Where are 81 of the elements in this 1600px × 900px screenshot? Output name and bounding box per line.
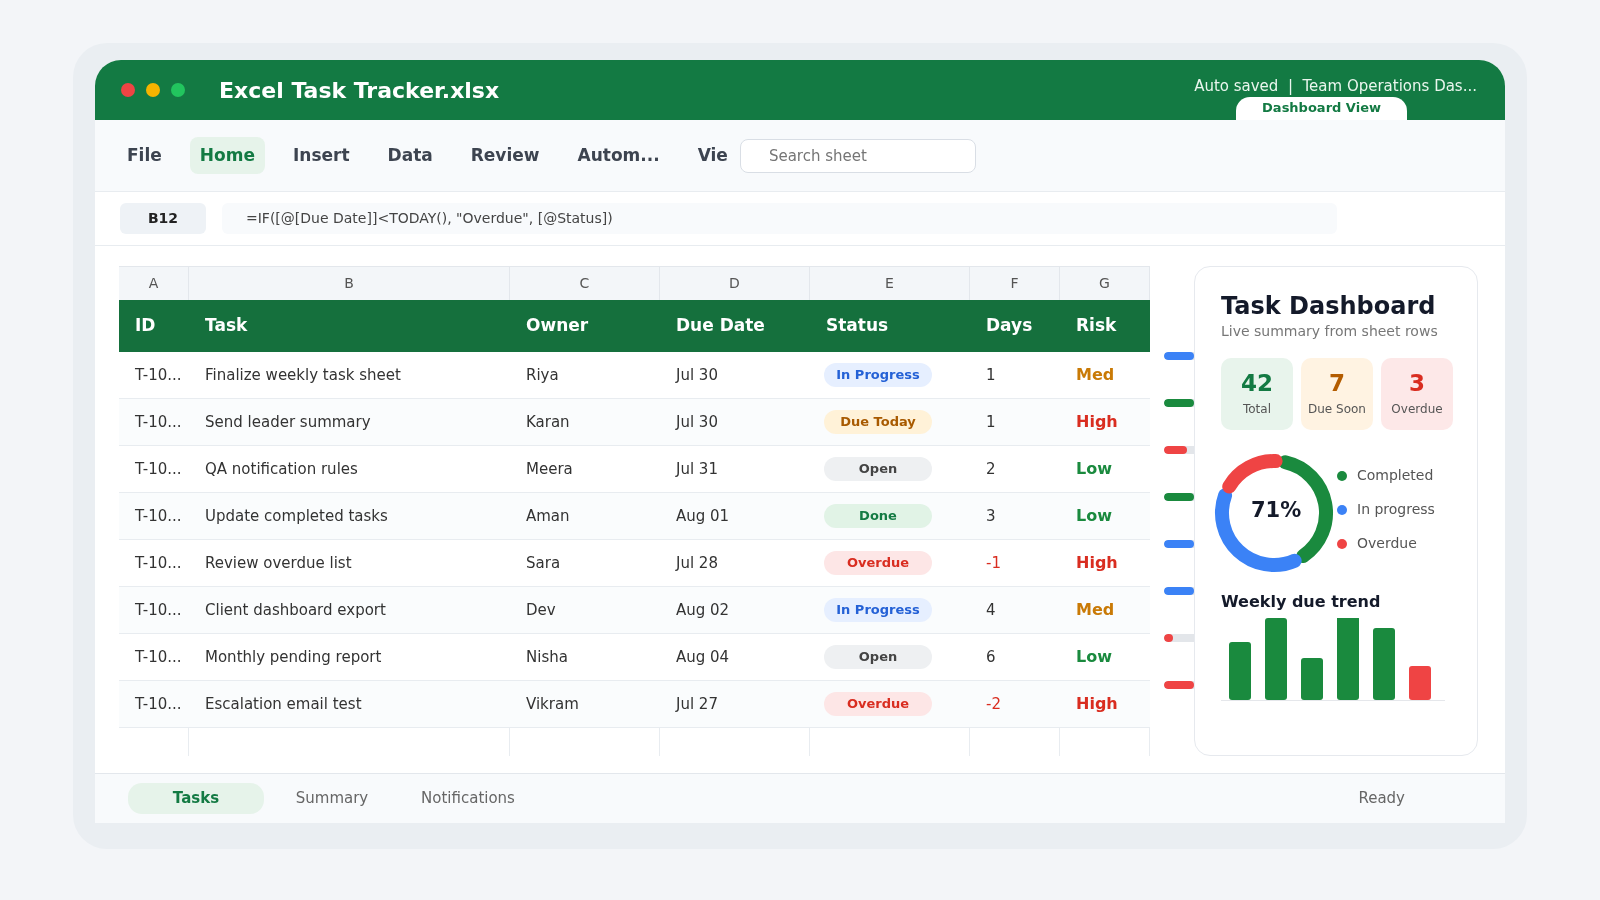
table-cell: T-10... <box>119 493 189 540</box>
column-header: Task <box>189 300 510 352</box>
stat-value: 42 <box>1241 370 1273 397</box>
table-cell: Jul 30 <box>660 399 810 446</box>
column-letter[interactable]: E <box>810 266 970 300</box>
ribbon-tab[interactable]: Review <box>460 136 550 175</box>
risk-label: Low <box>1060 493 1150 540</box>
table-cell: 1 <box>970 399 1060 446</box>
column-header: Due Date <box>660 300 810 352</box>
table-cell: Aug 02 <box>660 587 810 634</box>
legend-label: In progress <box>1357 500 1435 520</box>
save-status: Auto saved | Team Operations Das... <box>1194 77 1477 96</box>
table-cell: Aman <box>510 493 660 540</box>
column-letter[interactable]: G <box>1060 266 1150 300</box>
status-badge: Open <box>824 645 932 669</box>
maximize-icon[interactable] <box>171 83 185 97</box>
chart-bar <box>1301 658 1323 701</box>
table-cell: Update completed tasks <box>189 493 510 540</box>
ribbon-tab[interactable]: Data <box>377 136 443 175</box>
table-cell: T-10... <box>119 587 189 634</box>
sheet-tab[interactable]: Notifications <box>400 783 536 814</box>
ribbon-tab[interactable]: Home <box>189 136 265 175</box>
stat-value: 3 <box>1409 370 1425 397</box>
risk-label: High <box>1060 681 1150 728</box>
panel-title: Task Dashboard <box>1221 293 1437 320</box>
status-badge: In Progress <box>824 598 932 622</box>
risk-label: High <box>1060 399 1150 446</box>
status-badge: Overdue <box>824 692 932 716</box>
column-letter[interactable]: D <box>660 266 810 300</box>
legend-label: Completed <box>1357 466 1434 486</box>
status-badge: In Progress <box>824 363 932 387</box>
column-letter[interactable]: A <box>119 266 189 300</box>
risk-label: Med <box>1060 587 1150 634</box>
minimize-icon[interactable] <box>146 83 160 97</box>
chart-title: Weekly due trend <box>1221 591 1382 614</box>
cell-reference[interactable]: B12 <box>120 203 206 234</box>
legend-label: Overdue <box>1357 534 1417 554</box>
search-field[interactable]: Search sheet <box>739 138 976 173</box>
table-cell: Karan <box>510 399 660 446</box>
ribbon-tab[interactable]: Vie <box>687 136 738 175</box>
table-cell: -2 <box>970 681 1060 728</box>
stat-label: Due Soon <box>1308 401 1366 419</box>
sheet-tab[interactable]: Tasks <box>128 783 264 814</box>
column-letter[interactable]: C <box>510 266 660 300</box>
stat-value: 7 <box>1329 370 1345 397</box>
view-button[interactable]: Dashboard View <box>1236 97 1407 120</box>
window-title: Excel Task Tracker.xlsx <box>219 76 500 105</box>
table-cell: Dev <box>510 587 660 634</box>
ribbon-tab[interactable]: Autom... <box>567 136 670 175</box>
column-header: ID <box>119 300 189 352</box>
table-cell: 3 <box>970 493 1060 540</box>
formula-field[interactable]: =IF([@[Due Date]]<TODAY(), "Overdue", [@Status]) <box>222 203 1337 234</box>
table-cell: Client dashboard export <box>189 587 510 634</box>
table-cell: 4 <box>970 587 1060 634</box>
ribbon-tab[interactable]: File <box>117 136 172 175</box>
status-badge: Done <box>824 504 932 528</box>
status-badge: Open <box>824 457 932 481</box>
close-icon[interactable] <box>121 83 135 97</box>
stat-label: Overdue <box>1391 401 1443 419</box>
column-letter[interactable]: F <box>970 266 1060 300</box>
sheet-tab[interactable]: Summary <box>264 783 400 814</box>
panel-subtitle: Live summary from sheet rows <box>1221 322 1439 342</box>
table-cell: Escalation email test <box>189 681 510 728</box>
status-text: Ready <box>1358 788 1405 810</box>
table-cell: Send leader summary <box>189 399 510 446</box>
status-badge: Overdue <box>824 551 932 575</box>
table-cell: Jul 27 <box>660 681 810 728</box>
column-header: Owner <box>510 300 660 352</box>
column-header: Risk <box>1060 300 1150 352</box>
table-cell: T-10... <box>119 399 189 446</box>
stat-label: Total <box>1243 401 1271 419</box>
column-header: Days <box>970 300 1060 352</box>
chart-bar <box>1229 642 1251 701</box>
table-cell: Vikram <box>510 681 660 728</box>
table-cell: Aug 01 <box>660 493 810 540</box>
table-cell: T-10... <box>119 681 189 728</box>
ribbon-tab[interactable]: Insert <box>282 136 360 175</box>
column-letter[interactable]: B <box>189 266 510 300</box>
chart-bar <box>1409 666 1431 701</box>
status-badge: Due Today <box>824 410 932 434</box>
column-header: Status <box>810 300 970 352</box>
